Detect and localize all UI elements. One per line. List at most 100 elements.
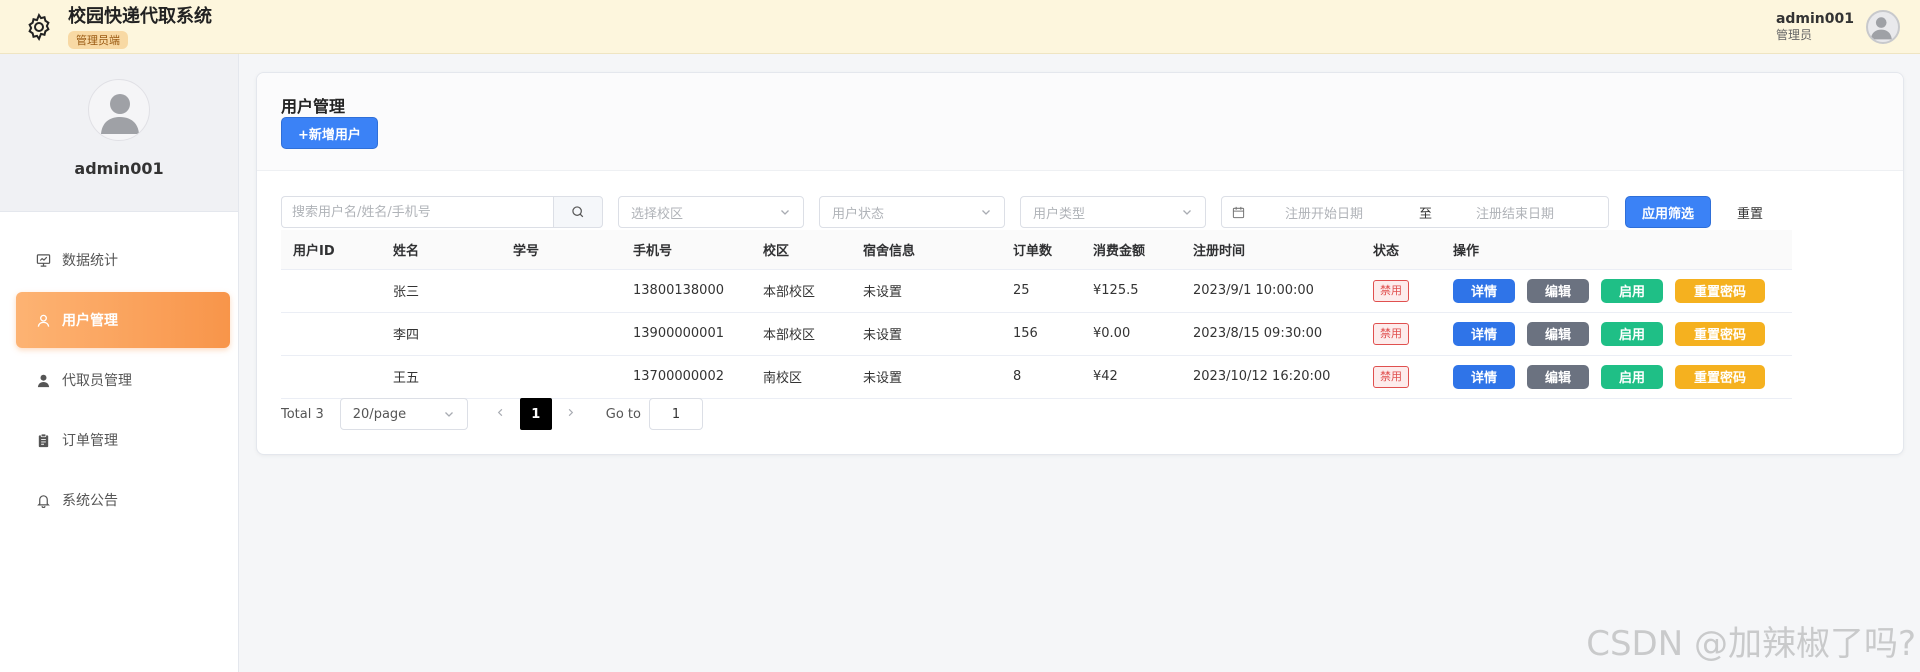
role-badge: 管理员端 [68,30,128,49]
chevron-down-icon [1183,210,1191,215]
user-status-select-placeholder: 用户状态 [832,206,885,222]
cell-orders: 8 [1001,355,1081,399]
header-user-role: 管理员 [1775,27,1812,42]
chevron-down-icon [982,210,990,215]
cell-registered: 2023/9/1 10:00:00 [1181,269,1361,313]
page-size-select[interactable]: 20/page [339,398,468,430]
gear-icon[interactable] [24,12,54,42]
cell-registered: 2023/10/12 16:20:00 [1181,355,1361,399]
chevron-down-icon [444,412,453,417]
goto-page-input[interactable] [648,398,703,430]
cell-phone: 13800138000 [621,269,751,313]
pagination-total: Total 3 [281,406,324,422]
chevron-left-icon [498,408,503,416]
user-menu[interactable]: admin001 管理员 [1775,9,1900,44]
cell-phone: 13900000001 [621,312,751,356]
add-user-button[interactable]: +新增用户 [281,117,378,149]
detail-button[interactable]: 详情 [1453,321,1515,346]
user-type-select[interactable]: 用户类型 [1020,196,1206,228]
cell-name: 王五 [381,355,501,399]
column-header: 操作 [1441,230,1792,270]
table-header-row: 用户ID 姓名 学号 手机号 校区 宿舍信息 订单数 消费金额 注册时间 状态 … [281,230,1792,270]
column-header: 状态 [1361,230,1441,270]
search-input[interactable] [281,196,553,228]
sidebar-item-user-management[interactable]: 用户管理 [16,292,230,348]
column-header: 用户ID [281,230,381,270]
cell-orders: 156 [1001,312,1081,356]
sidebar: admin001 数据统计 用户管理 代取员管理 订单管理 系统公告 [0,54,239,672]
table-row: 李四 13900000001 本部校区 未设置 156 ¥0.00 2023/8… [281,312,1792,356]
chevron-down-icon [781,210,789,215]
column-header: 学号 [501,230,621,270]
campus-select[interactable]: 选择校区 [618,196,804,228]
cell-user-id [281,269,381,313]
enable-button[interactable]: 启用 [1601,321,1663,346]
reset-password-button[interactable]: 重置密码 [1675,278,1765,303]
search-icon [572,206,584,218]
detail-button[interactable]: 详情 [1453,278,1515,303]
sidebar-profile: admin001 [0,54,238,212]
enable-button[interactable]: 启用 [1601,364,1663,389]
reset-filter-button[interactable]: 重置 [1721,196,1779,228]
date-start-placeholder: 注册开始日期 [1285,206,1364,222]
monitor-icon [36,253,51,267]
calendar-icon [1232,206,1245,218]
cell-campus: 南校区 [751,355,851,399]
registration-date-range[interactable]: 注册开始日期 至 注册结束日期 [1221,196,1609,228]
column-header: 消费金额 [1081,230,1181,270]
avatar-icon [101,94,139,134]
edit-button[interactable]: 编辑 [1527,321,1589,346]
clipboard-icon [38,433,49,447]
cell-amount: ¥0.00 [1081,312,1181,356]
cell-name: 李四 [381,312,501,356]
cell-amount: ¥125.5 [1081,269,1181,313]
reset-password-button[interactable]: 重置密码 [1675,321,1765,346]
watermark: CSDN @加辣椒了吗? [1586,624,1916,664]
detail-button[interactable]: 详情 [1453,364,1515,389]
date-separator: 至 [1419,206,1433,222]
user-icon [37,314,50,327]
cell-actions: 详情 编辑 启用 重置密码 [1441,312,1792,356]
sidebar-item-label: 订单管理 [62,433,118,449]
sidebar-item-order-management[interactable]: 订单管理 [16,412,230,468]
sidebar-item-announcements[interactable]: 系统公告 [16,472,230,528]
profile-name: admin001 [74,159,164,178]
sidebar-item-label: 数据统计 [62,253,118,269]
page-number-current[interactable]: 1 [519,398,552,430]
bell-icon [37,494,50,508]
sidebar-item-statistics[interactable]: 数据统计 [16,232,230,288]
goto-label: Go to [605,406,641,422]
reset-password-button[interactable]: 重置密码 [1675,364,1765,389]
cell-actions: 详情 编辑 启用 重置密码 [1441,355,1792,399]
sidebar-item-courier-management[interactable]: 代取员管理 [16,352,230,408]
cell-campus: 本部校区 [751,312,851,356]
edit-button[interactable]: 编辑 [1527,364,1589,389]
enable-button[interactable]: 启用 [1601,278,1663,303]
page-size-value: 20/page [352,406,407,422]
cell-user-id [281,355,381,399]
sidebar-item-label: 用户管理 [62,313,118,329]
column-header: 姓名 [381,230,501,270]
cell-campus: 本部校区 [751,269,851,313]
avatar-icon [1870,16,1892,39]
edit-button[interactable]: 编辑 [1527,278,1589,303]
brand: 校园快递代取系统 管理员端 [24,5,212,49]
apply-filter-button[interactable]: 应用筛选 [1625,196,1712,228]
next-page-button[interactable] [558,407,584,422]
header-user-name: admin001 [1775,10,1854,27]
cell-amount: ¥42 [1081,355,1181,399]
cell-student-no [501,355,621,399]
search-button[interactable] [553,196,603,228]
cell-user-id [281,312,381,356]
cell-dorm: 未设置 [851,269,1001,313]
header-avatar[interactable] [1866,9,1900,44]
status-badge: 禁用 [1373,365,1409,388]
cell-status: 禁用 [1361,355,1441,399]
prev-page-button[interactable] [488,407,514,422]
cell-status: 禁用 [1361,312,1441,356]
status-badge: 禁用 [1373,322,1409,345]
cell-student-no [501,269,621,313]
sidebar-item-label: 代取员管理 [62,373,132,389]
user-status-select[interactable]: 用户状态 [819,196,1005,228]
column-header: 校区 [751,230,851,270]
